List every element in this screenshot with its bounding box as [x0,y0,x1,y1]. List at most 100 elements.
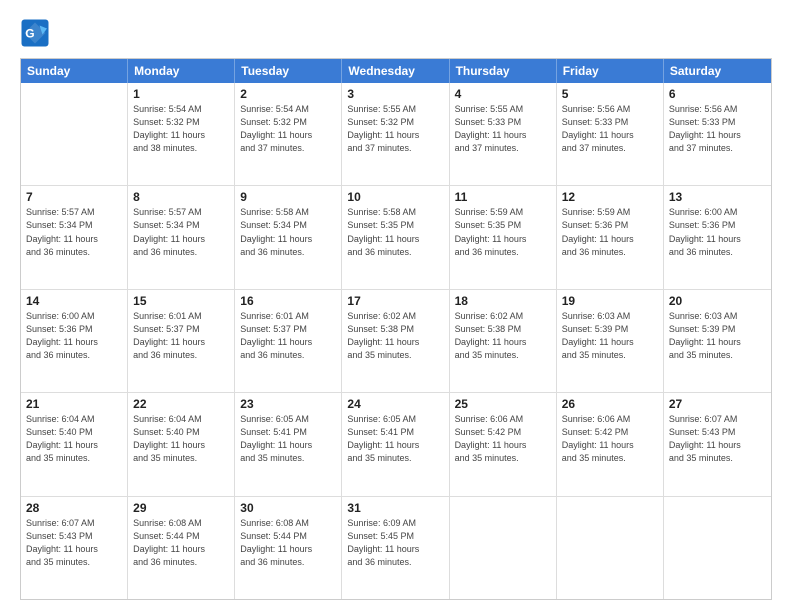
day-number: 30 [240,501,336,515]
day-info: Sunrise: 6:05 AMSunset: 5:41 PMDaylight:… [240,413,336,465]
day-cell-24: 24 Sunrise: 6:05 AMSunset: 5:41 PMDayligh… [342,393,449,495]
day-info: Sunrise: 6:02 AMSunset: 5:38 PMDaylight:… [455,310,551,362]
day-cell-empty [557,497,664,599]
day-cell-26: 26 Sunrise: 6:06 AMSunset: 5:42 PMDayligh… [557,393,664,495]
day-info: Sunrise: 5:56 AMSunset: 5:33 PMDaylight:… [562,103,658,155]
day-cell-4: 4 Sunrise: 5:55 AMSunset: 5:33 PMDaylight… [450,83,557,185]
day-info: Sunrise: 6:00 AMSunset: 5:36 PMDaylight:… [26,310,122,362]
day-number: 14 [26,294,122,308]
day-cell-3: 3Sunrise: 5:55 AMSunset: 5:32 PMDaylight… [342,83,449,185]
header-day-tuesday: Tuesday [235,59,342,83]
day-cell-14: 14 Sunrise: 6:00 AMSunset: 5:36 PMDayligh… [21,290,128,392]
day-info: Sunrise: 5:58 AMSunset: 5:34 PMDaylight:… [240,206,336,258]
day-number: 19 [562,294,658,308]
day-info: Sunrise: 6:06 AMSunset: 5:42 PMDaylight:… [562,413,658,465]
day-info: Sunrise: 5:57 AMSunset: 5:34 PMDaylight:… [26,206,122,258]
svg-text:G: G [25,27,34,41]
day-info: Sunrise: 6:08 AMSunset: 5:44 PMDaylight:… [240,517,336,569]
day-info: Sunrise: 6:02 AMSunset: 5:38 PMDaylight:… [347,310,443,362]
day-info: Sunrise: 6:05 AMSunset: 5:41 PMDaylight:… [347,413,443,465]
day-info: Sunrise: 6:03 AMSunset: 5:39 PMDaylight:… [669,310,766,362]
day-number: 22 [133,397,229,411]
day-info: Sunrise: 6:04 AMSunset: 5:40 PMDaylight:… [133,413,229,465]
day-cell-empty [664,497,771,599]
day-info: Sunrise: 6:04 AMSunset: 5:40 PMDaylight:… [26,413,122,465]
day-number: 16 [240,294,336,308]
day-number: 9 [240,190,336,204]
calendar-row-2: 7Sunrise: 5:57 AMSunset: 5:34 PMDaylight… [21,186,771,289]
day-number: 6 [669,87,766,101]
day-info: Sunrise: 5:55 AMSunset: 5:32 PMDaylight:… [347,103,443,155]
day-number: 25 [455,397,551,411]
day-info: Sunrise: 6:01 AMSunset: 5:37 PMDaylight:… [240,310,336,362]
day-cell-1: 1Sunrise: 5:54 AMSunset: 5:32 PMDaylight… [128,83,235,185]
logo: G [20,18,54,48]
day-number: 4 [455,87,551,101]
header-day-monday: Monday [128,59,235,83]
day-info: Sunrise: 5:59 AMSunset: 5:36 PMDaylight:… [562,206,658,258]
header: G [20,18,772,48]
day-number: 17 [347,294,443,308]
day-info: Sunrise: 6:06 AMSunset: 5:42 PMDaylight:… [455,413,551,465]
day-info: Sunrise: 6:03 AMSunset: 5:39 PMDaylight:… [562,310,658,362]
day-cell-27: 27 Sunrise: 6:07 AMSunset: 5:43 PMDayligh… [664,393,771,495]
calendar-header: SundayMondayTuesdayWednesdayThursdayFrid… [21,59,771,83]
day-cell-6: 6Sunrise: 5:56 AMSunset: 5:33 PMDaylight… [664,83,771,185]
day-cell-7: 7Sunrise: 5:57 AMSunset: 5:34 PMDaylight… [21,186,128,288]
day-cell-16: 16 Sunrise: 6:01 AMSunset: 5:37 PMDayligh… [235,290,342,392]
day-info: Sunrise: 6:07 AMSunset: 5:43 PMDaylight:… [669,413,766,465]
day-number: 29 [133,501,229,515]
day-info: Sunrise: 5:54 AMSunset: 5:32 PMDaylight:… [240,103,336,155]
day-cell-empty [450,497,557,599]
day-number: 28 [26,501,122,515]
day-number: 13 [669,190,766,204]
day-number: 18 [455,294,551,308]
day-number: 10 [347,190,443,204]
day-cell-23: 23Sunrise: 6:05 AMSunset: 5:41 PMDayligh… [235,393,342,495]
day-info: Sunrise: 6:09 AMSunset: 5:45 PMDaylight:… [347,517,443,569]
page: G SundayMondayTuesdayWednesdayThursdayFr… [0,0,792,612]
day-cell-20: 20 Sunrise: 6:03 AMSunset: 5:39 PMDayligh… [664,290,771,392]
day-cell-25: 25 Sunrise: 6:06 AMSunset: 5:42 PMDayligh… [450,393,557,495]
day-number: 27 [669,397,766,411]
day-number: 8 [133,190,229,204]
day-cell-8: 8 Sunrise: 5:57 AMSunset: 5:34 PMDaylight… [128,186,235,288]
day-info: Sunrise: 5:57 AMSunset: 5:34 PMDaylight:… [133,206,229,258]
day-info: Sunrise: 6:01 AMSunset: 5:37 PMDaylight:… [133,310,229,362]
day-cell-15: 15 Sunrise: 6:01 AMSunset: 5:37 PMDayligh… [128,290,235,392]
day-number: 20 [669,294,766,308]
header-day-thursday: Thursday [450,59,557,83]
day-number: 26 [562,397,658,411]
day-cell-5: 5 Sunrise: 5:56 AMSunset: 5:33 PMDaylight… [557,83,664,185]
calendar-row-1: 1 Sunrise: 5:54 AMSunset: 5:32 PMDaylight… [21,83,771,186]
day-cell-11: 11Sunrise: 5:59 AMSunset: 5:35 PMDayligh… [450,186,557,288]
calendar: SundayMondayTuesdayWednesdayThursdayFrid… [20,58,772,600]
calendar-row-4: 21 Sunrise: 6:04 AMSunset: 5:40 PMDayligh… [21,393,771,496]
header-day-wednesday: Wednesday [342,59,449,83]
calendar-row-3: 14 Sunrise: 6:00 AMSunset: 5:36 PMDayligh… [21,290,771,393]
day-number: 5 [562,87,658,101]
day-cell-12: 12 Sunrise: 5:59 AMSunset: 5:36 PMDayligh… [557,186,664,288]
day-cell-29: 29 Sunrise: 6:08 AMSunset: 5:44 PMDayligh… [128,497,235,599]
header-day-friday: Friday [557,59,664,83]
day-number: 12 [562,190,658,204]
day-number: 24 [347,397,443,411]
day-cell-30: 30 Sunrise: 6:08 AMSunset: 5:44 PMDayligh… [235,497,342,599]
day-number: 1 [133,87,229,101]
day-info: Sunrise: 6:00 AMSunset: 5:36 PMDaylight:… [669,206,766,258]
day-cell-2: 2 Sunrise: 5:54 AMSunset: 5:32 PMDaylight… [235,83,342,185]
day-cell-19: 19 Sunrise: 6:03 AMSunset: 5:39 PMDayligh… [557,290,664,392]
day-cell-22: 22 Sunrise: 6:04 AMSunset: 5:40 PMDayligh… [128,393,235,495]
day-info: Sunrise: 5:58 AMSunset: 5:35 PMDaylight:… [347,206,443,258]
day-number: 31 [347,501,443,515]
day-cell-9: 9 Sunrise: 5:58 AMSunset: 5:34 PMDaylight… [235,186,342,288]
day-cell-13: 13 Sunrise: 6:00 AMSunset: 5:36 PMDayligh… [664,186,771,288]
day-info: Sunrise: 6:07 AMSunset: 5:43 PMDaylight:… [26,517,122,569]
day-number: 21 [26,397,122,411]
day-cell-21: 21 Sunrise: 6:04 AMSunset: 5:40 PMDayligh… [21,393,128,495]
day-number: 2 [240,87,336,101]
day-cell-17: 17 Sunrise: 6:02 AMSunset: 5:38 PMDayligh… [342,290,449,392]
day-info: Sunrise: 6:08 AMSunset: 5:44 PMDaylight:… [133,517,229,569]
day-info: Sunrise: 5:55 AMSunset: 5:33 PMDaylight:… [455,103,551,155]
day-number: 15 [133,294,229,308]
